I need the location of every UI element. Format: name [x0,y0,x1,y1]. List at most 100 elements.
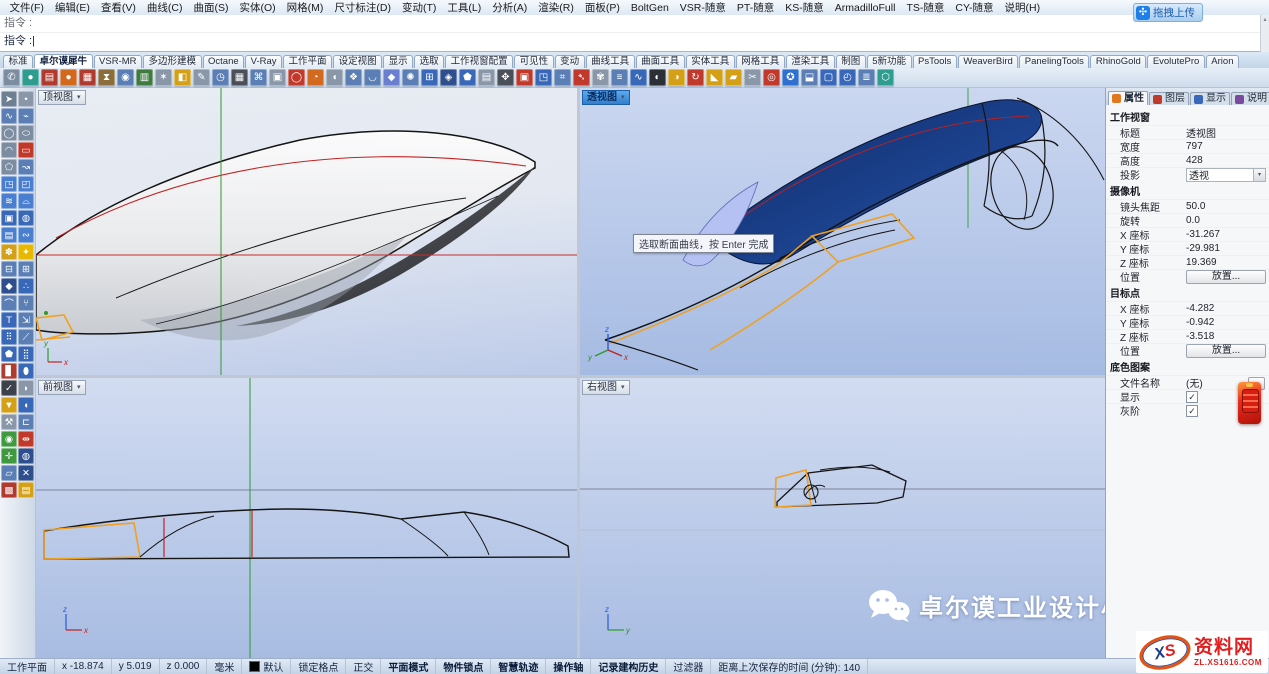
drag-upload-button[interactable]: ✣ 拖拽上传 [1133,3,1203,22]
red-arrows-icon[interactable]: ⇹ [18,431,34,447]
menu-item[interactable]: 文件(F) [4,0,49,15]
menu-item[interactable]: 实体(O) [234,0,281,15]
toolbar-tab[interactable]: RhinoGold [1090,55,1146,68]
toolbar-tab[interactable]: V-Ray [245,55,282,68]
menu-item[interactable]: TS-随意 [901,0,950,15]
menu-item[interactable]: 编辑(E) [49,0,95,15]
red-ring-icon[interactable]: ◯ [288,69,305,86]
menu-item[interactable]: 渲染(R) [533,0,580,15]
toolbar-tab[interactable]: Arion [1206,55,1239,68]
flash-icon[interactable]: ✦ [18,244,34,260]
toolbar-tab[interactable]: 设定视图 [333,55,382,68]
toolbar-tab[interactable]: 多边形建模 [143,55,202,68]
menu-item[interactable]: 工具(L) [442,0,487,15]
blend-surface-icon[interactable]: ∾ [18,227,34,243]
patch-icon[interactable]: ▤ [1,227,17,243]
command-input-line[interactable]: 指令 :| [0,33,1269,50]
menu-item[interactable]: 曲面(S) [188,0,234,15]
wave-icon[interactable]: ∿ [630,69,647,86]
loft-icon[interactable]: ≋ [1,193,17,209]
text-icon[interactable]: T [1,312,17,328]
pipe-icon[interactable]: ◖ [18,397,34,413]
diamond-icon[interactable]: ◆ [383,69,400,86]
swirl-icon[interactable]: ↻ [687,69,704,86]
viewport-label-top[interactable]: 顶视图 [38,90,86,105]
rectangle-icon[interactable]: ▭ [18,142,34,158]
toolbar-tab[interactable]: 工作平面 [283,55,332,68]
bucket-icon[interactable]: ⬓ [801,69,818,86]
wedge-icon[interactable]: ◣ [706,69,723,86]
status-item[interactable]: z 0.000 [160,659,208,674]
target-icon[interactable]: ◎ [763,69,780,86]
surface-icon[interactable]: ◳ [1,176,17,192]
frame-icon[interactable]: ▣ [269,69,286,86]
toolbar-tab[interactable]: 曲线工具 [586,55,635,68]
globe-icon[interactable]: ◍ [18,448,34,464]
status-item[interactable]: 正交 [346,659,381,674]
toolbar-tab[interactable]: 显示 [383,55,413,68]
scissors-icon[interactable]: ✂ [744,69,761,86]
status-item[interactable]: 毫米 [207,659,242,674]
menu-item[interactable]: 尺寸标注(D) [329,0,397,15]
red-frame-icon[interactable]: ▣ [516,69,533,86]
place-button[interactable]: 放置... [1186,344,1266,358]
pointer-icon[interactable]: ➤ [1,91,17,107]
camera-ball-icon[interactable]: ◉ [117,69,134,86]
viewport-label-right[interactable]: 右视图 [582,380,630,395]
spin-icon[interactable]: ✺ [402,69,419,86]
toolbar-tab[interactable]: WeaverBird [958,55,1018,68]
note-icon[interactable]: ✎ [193,69,210,86]
viewport-right[interactable]: zy 右视图 卓尔谟工业设计小站 [580,378,1105,658]
status-item[interactable]: 平面模式 [381,659,436,674]
panel-tab[interactable]: 说明 [1231,92,1269,105]
curve-node-icon[interactable]: ∿ [1,108,17,124]
box-icon[interactable]: ▣ [1,210,17,226]
toolbar-tab[interactable]: EvolutePro [1147,55,1204,68]
menu-item[interactable]: 面板(P) [579,0,625,15]
green-figure-icon[interactable]: ✛ [1,448,17,464]
rainbow-surface-icon[interactable]: ◧ [174,69,191,86]
menu-item[interactable]: 说明(H) [999,0,1046,15]
mesh-icon[interactable]: ▦ [231,69,248,86]
mannequin-icon[interactable]: ✶ [155,69,172,86]
menu-item[interactable]: 网格(M) [281,0,329,15]
jack-icon[interactable]: ✕ [18,465,34,481]
circle-icon[interactable]: ◯ [1,125,17,141]
toolbar-tab[interactable]: PanelingTools [1019,55,1089,68]
place-button[interactable]: 放置... [1186,270,1266,284]
weave-icon[interactable]: ▤ [18,482,34,498]
steps-icon[interactable]: ≡ [611,69,628,86]
menu-item[interactable]: 分析(A) [487,0,533,15]
status-item[interactable]: 记录建构历史 [591,659,666,674]
status-item[interactable]: 物件锁点 [436,659,491,674]
command-scrollbar[interactable] [1260,15,1269,52]
curve-net-icon[interactable]: ⌗ [554,69,571,86]
checker-icon[interactable]: ▦ [79,69,96,86]
status-item[interactable]: 默认 [242,659,291,674]
menu-item[interactable]: VSR-随意 [674,0,731,15]
solid-icon[interactable]: ⬟ [1,346,17,362]
hexgem-icon[interactable]: ⬡ [877,69,894,86]
menu-item[interactable]: BoltGen [625,2,674,14]
menu-item[interactable]: 查看(V) [95,0,141,15]
drop-icon[interactable]: ◆ [1,278,17,294]
layers-icon[interactable]: ≣ [858,69,875,86]
toolbar-tab[interactable]: 卓尔谟犀牛 [34,54,93,68]
handle-icon[interactable]: ⑂ [18,295,34,311]
surface-corner-icon[interactable]: ◰ [18,176,34,192]
cylinder-icon[interactable]: ⬮ [18,363,34,379]
grid-blue-icon[interactable]: ⊞ [421,69,438,86]
sheet-icon[interactable]: ▱ [1,465,17,481]
blocks-icon[interactable]: ⠿ [1,329,17,345]
checkbox[interactable] [1186,405,1198,417]
menu-item[interactable]: 变动(T) [397,0,442,15]
status-item[interactable]: x -18.874 [55,659,112,674]
curve-blend-icon[interactable]: ⌒ [1,295,17,311]
toolbar-tab[interactable]: PsTools [913,55,957,68]
viewport-top[interactable]: xy 顶视图 [36,88,577,375]
viewport-front[interactable]: zx 前视图 [36,378,577,658]
contrast-icon[interactable]: ◑ [668,69,685,86]
folder-icon[interactable]: ▰ [725,69,742,86]
toolbar-tab[interactable]: 变动 [555,55,585,68]
clock-icon[interactable]: ◷ [212,69,229,86]
